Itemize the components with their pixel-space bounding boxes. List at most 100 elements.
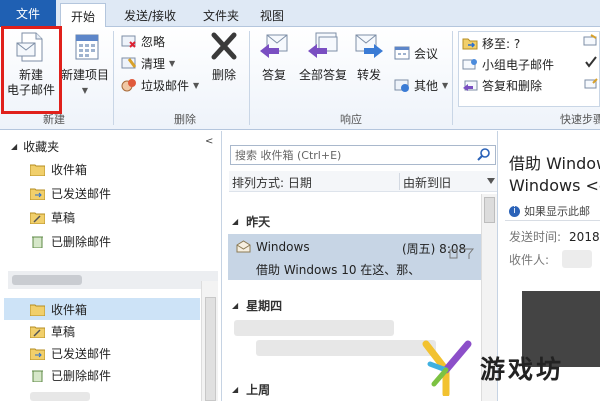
checkmark-icon[interactable] (584, 55, 598, 69)
team-email-icon (462, 59, 477, 70)
meeting-button[interactable]: 会议 (394, 43, 438, 63)
nav-item-label: 收件箱 (51, 162, 88, 177)
info-bar-text: 如果显示此邮 (524, 205, 590, 218)
nav-item-label: 草稿 (51, 324, 76, 339)
nav-item-label: 草稿 (51, 210, 76, 225)
search-input[interactable]: 搜索 收件箱 (Ctrl+E) (230, 145, 496, 165)
group-header-yesterday[interactable]: ◢ 昨天 (232, 213, 270, 230)
tab-folder[interactable]: 文件夹 (196, 3, 246, 27)
inbox-folder-icon (30, 304, 45, 316)
recipient-label: 收件人: (509, 253, 550, 267)
watermark-logo-icon (422, 340, 472, 396)
chevron-down-icon: ▼ (81, 86, 89, 95)
ignore-button[interactable]: 忽略 (121, 31, 165, 51)
search-icon[interactable] (477, 148, 491, 162)
new-quickstep-icon[interactable] (584, 77, 598, 91)
group-divider (113, 31, 114, 125)
nav-favorite-sent[interactable]: 已发送邮件 (30, 182, 220, 204)
group-label: 星期四 (246, 299, 283, 313)
inbox-folder-icon (30, 164, 45, 176)
deleted-folder-icon (32, 236, 43, 248)
group-label: 昨天 (246, 215, 271, 229)
tab-send-receive[interactable]: 发送/接收 (114, 3, 186, 27)
delete-button[interactable]: 删除 (204, 29, 244, 83)
nav-item-label: 已发送邮件 (51, 346, 112, 361)
chevron-down-icon: ▼ (442, 80, 449, 90)
flag-icon[interactable] (449, 248, 475, 260)
quickstep-move-to-label: 移至: ? (482, 36, 521, 51)
nav-item-label: 已删除邮件 (51, 234, 112, 249)
nav-scrollbar[interactable] (201, 281, 218, 401)
nav-favorite-inbox[interactable]: 收件箱 (30, 158, 220, 180)
watermark: 游戏坊 (422, 340, 564, 396)
junk-button[interactable]: 垃圾邮件 ▼ (121, 75, 199, 95)
search-placeholder: 搜索 收件箱 (Ctrl+E) (235, 149, 342, 162)
reply-all-button[interactable]: 全部答复 (296, 29, 350, 83)
nav-item-label: 收件箱 (51, 302, 88, 317)
group-divider (452, 31, 453, 125)
nav-account-sent[interactable]: 已发送邮件 (30, 342, 220, 364)
favorites-header[interactable]: ◢ 收藏夹 (11, 138, 59, 155)
reply-label: 答复 (261, 68, 286, 82)
nav-favorite-deleted[interactable]: 已删除邮件 (30, 230, 220, 252)
list-scrollbar-thumb[interactable] (484, 197, 495, 223)
forward-button[interactable]: 转发 (352, 29, 386, 83)
group-header-thursday[interactable]: ◢ 星期四 (232, 297, 282, 314)
nav-account-deleted[interactable]: 已删除邮件 (30, 364, 220, 386)
nav-favorite-drafts[interactable]: 草稿 (30, 206, 220, 228)
sort-label[interactable]: 排列方式: 日期 (232, 174, 312, 191)
group-divider (249, 31, 250, 125)
cleanup-label: 清理 (141, 56, 166, 71)
reply-all-label: 全部答复 (298, 68, 347, 82)
new-items-button[interactable]: 新建项目 ▼ (60, 29, 110, 98)
quickstep-move-to[interactable]: 移至: ? (462, 33, 520, 53)
tab-home[interactable]: 开始 (60, 3, 106, 28)
reply-delete-icon (463, 80, 478, 91)
highlight-box (1, 26, 62, 114)
drafts-folder-icon (30, 326, 45, 338)
nav-item-label: 已发送邮件 (51, 186, 112, 201)
group-label-respond: 响应 (340, 113, 362, 126)
chevron-down-icon: ▼ (169, 58, 176, 68)
redacted-message (256, 340, 436, 356)
sort-bar[interactable]: 排列方式: 日期 由新到旧 (229, 171, 497, 192)
sort-arrow-icon[interactable] (487, 178, 495, 184)
ignore-label: 忽略 (141, 34, 166, 49)
recipient-row: 收件人: (509, 251, 549, 268)
sent-folder-icon (30, 348, 45, 360)
sent-time-label: 发送时间: (509, 230, 562, 244)
group-label: 上周 (246, 383, 271, 397)
redacted-folder (30, 392, 90, 401)
message-subject: 借助 Windows 10 在这、那、 (256, 263, 421, 277)
info-icon: i (509, 205, 520, 217)
expand-triangle-icon: ◢ (11, 142, 18, 151)
tab-view[interactable]: 视图 (254, 3, 290, 27)
deleted-folder-icon (32, 370, 43, 382)
more-respond-button[interactable]: 其他 ▼ (394, 75, 448, 95)
nav-account-drafts[interactable]: 草稿 (30, 320, 220, 342)
meeting-label: 会议 (414, 46, 439, 61)
more-respond-label: 其他 (414, 78, 439, 93)
tab-file[interactable]: 文件 (0, 0, 56, 27)
ignore-icon (121, 35, 136, 48)
nav-scrollbar-thumb[interactable] (205, 297, 216, 401)
group-header-lastweek[interactable]: ◢ 上周 (232, 381, 270, 398)
junk-icon (121, 79, 136, 92)
collapse-pane-icon[interactable]: < (205, 136, 213, 147)
manager-icon[interactable] (582, 33, 598, 49)
delete-label: 删除 (211, 68, 236, 82)
reply-button[interactable]: 答复 (254, 29, 294, 83)
quickstep-reply-delete[interactable]: 答复和删除 (462, 75, 542, 95)
reading-subject-line-1: 借助 Window (509, 154, 600, 173)
forward-icon (355, 34, 383, 58)
delete-icon (211, 32, 237, 60)
group-label-delete: 删除 (174, 113, 196, 126)
meeting-icon (394, 46, 410, 60)
group-label-quick-steps: 快速步骤 (560, 113, 600, 126)
reply-icon (260, 34, 288, 58)
quickstep-team-email[interactable]: 小组电子邮件 (462, 54, 554, 74)
info-bar[interactable]: i 如果显示此邮 (509, 203, 590, 219)
nav-account-inbox[interactable]: 收件箱 (4, 298, 200, 320)
cleanup-button[interactable]: 清理 ▼ (121, 53, 175, 73)
sort-order[interactable]: 由新到旧 (403, 174, 451, 191)
